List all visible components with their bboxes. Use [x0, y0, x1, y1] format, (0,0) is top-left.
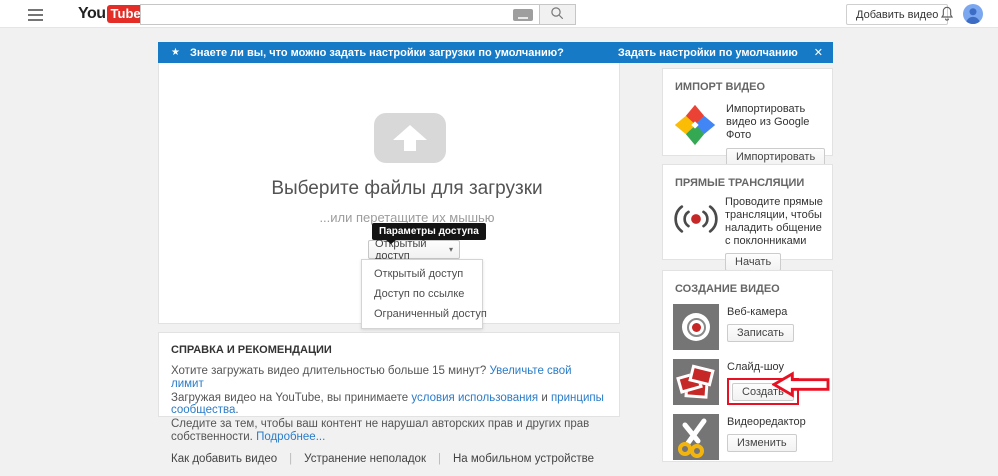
- menu-item-unlisted[interactable]: Доступ по ссылке: [362, 284, 482, 304]
- video-editor-label: Видеоредактор: [727, 416, 806, 428]
- video-creation-title: СОЗДАНИЕ ВИДЕО: [663, 271, 832, 295]
- banner-action-link[interactable]: Задать настройки по умолчанию: [618, 47, 798, 59]
- upload-heading: Выберите файлы для загрузки: [195, 178, 619, 200]
- record-button[interactable]: Записать: [727, 324, 794, 342]
- star-icon: ★: [171, 47, 180, 58]
- topbar: You Tube UA Добавить видео: [0, 0, 998, 28]
- close-icon[interactable]: ✕: [814, 46, 823, 59]
- broadcast-icon: [673, 200, 719, 271]
- help-line-terms-text3: .: [235, 404, 238, 416]
- privacy-dropdown-button[interactable]: Открытый доступ ▾: [368, 240, 460, 259]
- banner-message: Знаете ли вы, что можно задать настройки…: [190, 47, 618, 59]
- menu-icon[interactable]: [28, 9, 44, 21]
- privacy-dropdown-menu: Открытый доступ Доступ по ссылке Огранич…: [361, 259, 483, 329]
- webcam-row: Веб-камера Записать: [663, 295, 832, 350]
- privacy-tooltip: Параметры доступа: [372, 223, 486, 240]
- import-video-text: Импортировать видео из Google Фото: [726, 103, 830, 142]
- help-line-copyright-text: Следите за тем, чтобы ваш контент не нар…: [171, 418, 589, 443]
- logo-you-text: You: [78, 4, 106, 24]
- help-footer-links: Как добавить видео | Устранение неполадо…: [171, 453, 607, 465]
- help-line-copyright: Следите за тем, чтобы ваш контент не нар…: [171, 418, 607, 443]
- search-button[interactable]: [540, 4, 576, 25]
- help-line-terms: Загружая видео на YouTube, вы принимаете…: [171, 392, 607, 417]
- upload-arrow-icon[interactable]: [374, 113, 446, 163]
- search-box: [140, 4, 540, 25]
- webcam-label: Веб-камера: [727, 306, 794, 318]
- help-title: СПРАВКА И РЕКОМЕНДАЦИИ: [171, 344, 607, 356]
- live-streams-card: ПРЯМЫЕ ТРАНСЛЯЦИИ Проводите прямые транс…: [662, 164, 833, 260]
- menu-item-private[interactable]: Ограниченный доступ: [362, 304, 482, 324]
- help-line-limit: Хотите загружать видео длительностью бол…: [171, 365, 607, 390]
- logo-tube-badge: Tube: [107, 5, 145, 23]
- menu-item-public[interactable]: Открытый доступ: [362, 264, 482, 284]
- search-icon: [550, 6, 565, 24]
- learn-more-link[interactable]: Подробнее...: [256, 431, 325, 443]
- live-streams-title: ПРЯМЫЕ ТРАНСЛЯЦИИ: [663, 165, 832, 189]
- divider: |: [438, 453, 441, 465]
- help-line-limit-text: Хотите загружать видео длительностью бол…: [171, 365, 489, 377]
- video-editor-row: Видеоредактор Изменить: [663, 405, 832, 460]
- upload-card: Выберите файлы для загрузки ...или перет…: [158, 63, 620, 324]
- annotation-arrow-icon: [772, 371, 830, 403]
- keyboard-icon[interactable]: [513, 9, 533, 21]
- help-line-terms-text1: Загружая видео на YouTube, вы принимаете: [171, 392, 411, 404]
- video-creation-card: СОЗДАНИЕ ВИДЕО Веб-камера Записать Слайд…: [662, 270, 833, 462]
- footer-link-how-to-add[interactable]: Как добавить видео: [171, 453, 277, 465]
- import-video-card: ИМПОРТ ВИДЕО Импортировать видео из Goog…: [662, 68, 833, 156]
- avatar[interactable]: [963, 4, 983, 24]
- default-settings-banner: ★ Знаете ли вы, что можно задать настрой…: [158, 42, 833, 63]
- divider: |: [289, 453, 292, 465]
- edit-button[interactable]: Изменить: [727, 434, 797, 452]
- search-input[interactable]: [141, 5, 513, 24]
- help-card: СПРАВКА И РЕКОМЕНДАЦИИ Хотите загружать …: [158, 332, 620, 417]
- terms-of-use-link[interactable]: условия использования: [411, 392, 538, 404]
- add-video-button[interactable]: Добавить видео: [846, 4, 948, 25]
- notifications-bell-icon[interactable]: [939, 5, 955, 28]
- help-line-terms-text2: и: [538, 392, 551, 404]
- chevron-down-icon: ▾: [449, 245, 453, 254]
- webcam-icon: [673, 304, 719, 350]
- import-video-title: ИМПОРТ ВИДЕО: [663, 69, 832, 93]
- footer-link-mobile[interactable]: На мобильном устройстве: [453, 453, 594, 465]
- live-streams-text: Проводите прямые трансляции, чтобы налад…: [725, 196, 827, 248]
- scissors-icon: [673, 414, 719, 460]
- google-photos-icon: [673, 103, 717, 147]
- footer-link-troubleshooting[interactable]: Устранение неполадок: [304, 453, 426, 465]
- start-stream-button[interactable]: Начать: [725, 253, 781, 271]
- slideshow-icon: [673, 359, 719, 405]
